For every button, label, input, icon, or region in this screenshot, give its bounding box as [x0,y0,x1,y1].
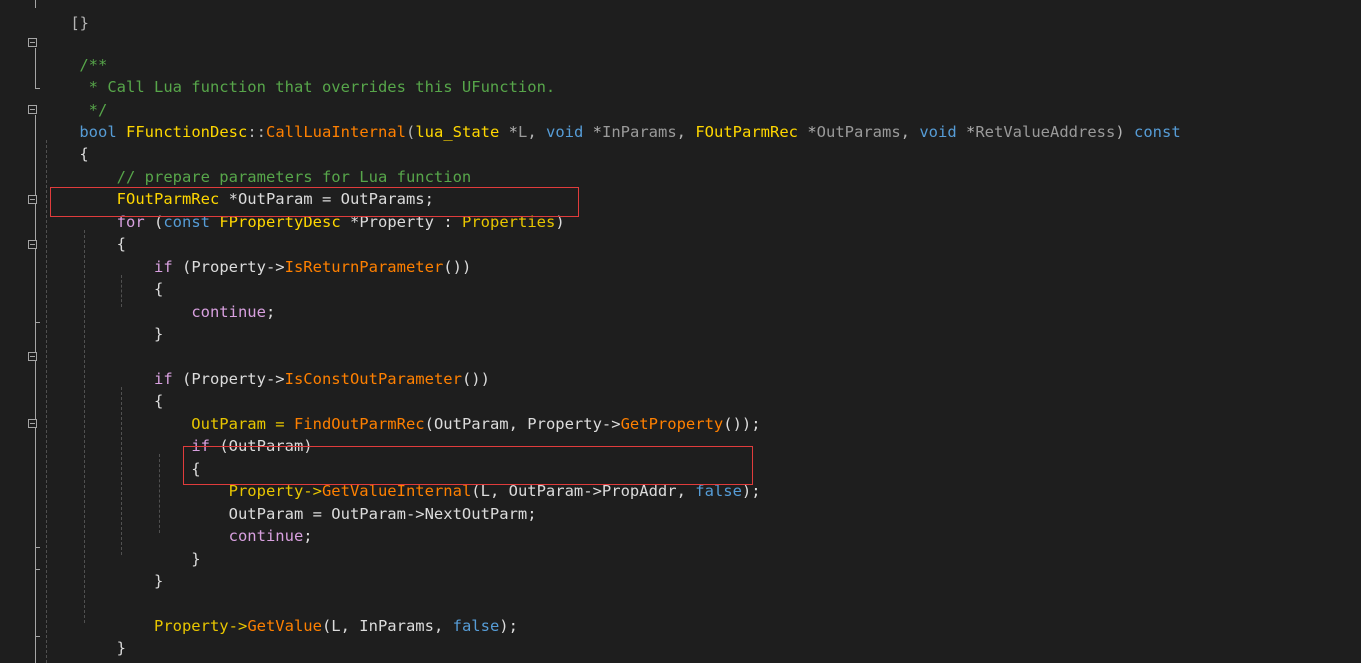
code-line[interactable]: // prepare parameters for Lua function [42,144,472,186]
code-line[interactable]: FOutParmRec *OutParam = OutParams; [42,166,434,208]
code-token: * [583,123,603,141]
code-token: } [79,639,126,657]
parameter: OutParams [816,123,901,141]
code-line[interactable]: if (Property->IsReturnParameter()) [42,234,471,276]
keyword: continue [191,303,266,321]
code-token: } [79,325,164,343]
code-token: } [79,572,164,590]
code-line[interactable]: [} [33,0,89,32]
code-editor[interactable]: [} /** * Call Lua function that override… [0,0,1361,663]
code-line[interactable]: continue; [42,279,275,321]
parameter: L [518,123,528,141]
parameter: RetValueAddress [975,123,1116,141]
code-token: ) [1115,123,1134,141]
code-token: ()) [461,370,490,388]
code-line[interactable]: bool FFunctionDesc::CallLuaInternal(lua_… [42,99,1180,141]
code-line[interactable]: { [42,121,88,163]
code-token: :: [247,123,266,141]
code-token: (L, InParams, [321,617,453,635]
code-line[interactable]: if (Property->IsConstOutParameter()) [42,346,490,388]
collapse-toggle-icon[interactable] [28,195,37,204]
function-name: IsConstOutParameter [284,370,462,388]
code-line[interactable]: */ [42,77,108,119]
outline-end-tick [35,322,40,323]
keyword: continue [228,527,304,545]
code-token: ; [265,303,276,321]
function-name: GetProperty [620,415,724,433]
code-line[interactable]: { [42,256,163,298]
comment: * Call Lua function that overrides this … [79,78,556,96]
code-token: * [499,123,518,141]
code-token: ); [499,617,518,635]
code-line[interactable]: } [42,301,163,343]
collapse-toggle-icon[interactable] [28,105,37,114]
code-token: * [956,123,976,141]
outline-end-tick [35,569,40,570]
code-line[interactable]: continue; [42,503,313,545]
keyword: void [919,123,957,141]
function-name: IsReturnParameter [284,258,444,276]
code-token: ; [303,527,313,545]
code-token: ()) [443,258,472,276]
keyword: void [546,123,584,141]
code-line[interactable]: /** [42,32,107,74]
code-line[interactable]: { [42,368,163,410]
outline-end-tick [35,547,40,548]
code-token: ( [405,123,416,141]
keyword: false [452,617,500,635]
code-token: (Property-> [172,258,285,276]
keyword: const [1134,123,1181,141]
code-line[interactable]: Property->GetValue(L, InParams, false); [42,593,518,635]
code-line[interactable]: } [42,548,163,590]
code-line[interactable]: * Call Lua function that overrides this … [42,54,556,96]
type-name: FOutParmRec [695,123,798,141]
code-token: ()); [723,415,761,433]
code-token: , [900,123,920,141]
code-token: , [676,123,696,141]
function-name: FindOutParmRec [293,415,425,433]
function-name: CallLuaInternal [266,123,406,141]
code-token: (Property-> [172,370,285,388]
code-line[interactable]: } [42,615,126,657]
parameter: InParams [602,123,677,141]
code-token: , [527,123,547,141]
highlight-box-for-loop [50,187,579,217]
code-line[interactable]: { [42,436,200,478]
code-line[interactable]: if (OutParam) [42,413,312,455]
collapse-toggle-icon[interactable] [28,240,37,249]
code-token: * [798,123,817,141]
type-name: lua_State [415,123,500,141]
class-name: FFunctionDesc [126,123,248,141]
collapse-toggle-icon[interactable] [28,352,37,361]
outline-end-tick [35,636,40,637]
collapse-toggle-icon[interactable] [28,419,37,428]
code-line[interactable]: } [42,526,200,568]
outline-end-tick [35,88,40,89]
function-name: GetValue [247,617,322,635]
code-token: [} [70,14,89,32]
highlight-box-getvalueinternal [183,446,753,485]
code-line[interactable]: OutParam = FindOutParmRec(OutParam, Prop… [42,391,760,433]
code-token: (OutParam, Property-> [424,415,621,433]
